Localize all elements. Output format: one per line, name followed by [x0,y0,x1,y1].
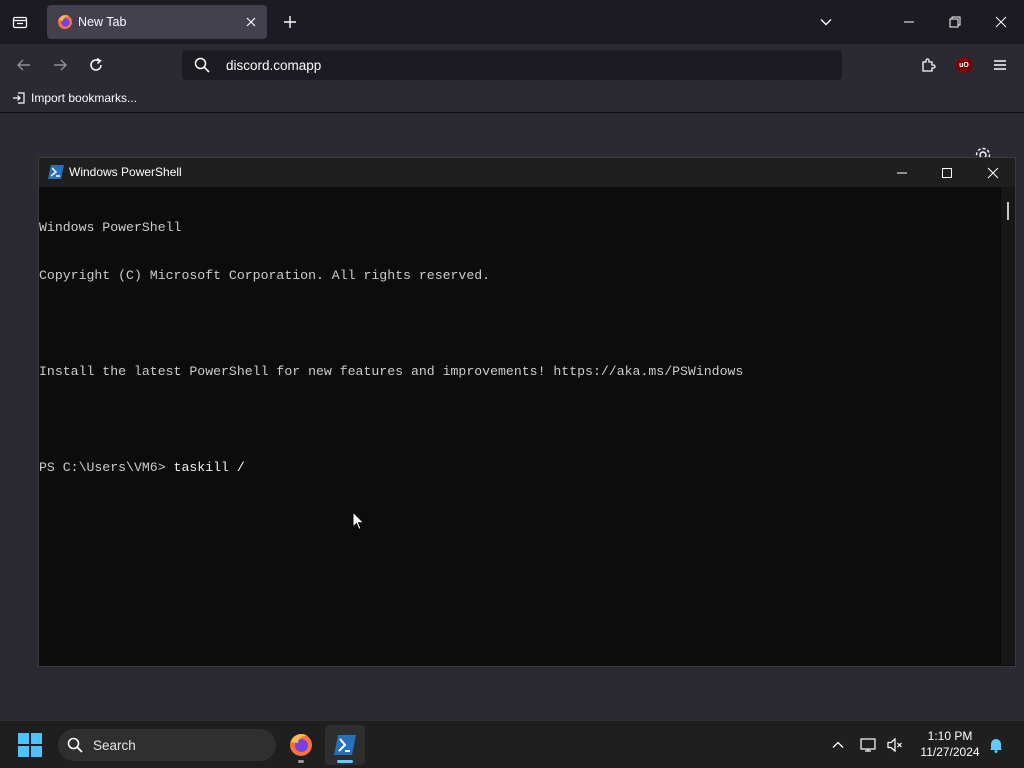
tab-close-icon[interactable] [243,14,259,30]
console-scroll-thumb[interactable] [1007,202,1009,220]
reload-icon[interactable] [86,55,106,75]
clock-time: 1:10 PM [927,729,973,743]
search-icon [67,737,83,753]
bookmarks-toolbar: Import bookmarks... [0,86,1024,113]
tab-list-icon[interactable] [8,10,32,34]
new-tab-plus-icon[interactable] [280,12,300,32]
firefox-icon [289,733,313,757]
powershell-window[interactable]: Windows PowerShell Windows PowerShell Co… [38,157,1016,667]
import-icon [12,91,26,105]
extensions-puzzle-icon[interactable] [918,55,938,75]
taskbar-search-box[interactable]: Search [58,729,276,761]
powershell-titlebar[interactable]: Windows PowerShell [39,158,1015,187]
browser-minimize-icon[interactable] [899,12,919,32]
notification-bell-icon[interactable] [986,735,1006,755]
clock-date: 11/27/2024 [920,745,980,759]
ublock-origin-icon[interactable]: uO [954,55,974,75]
import-bookmarks-button[interactable]: Import bookmarks... [12,91,137,105]
windows-start-icon[interactable] [18,733,42,757]
taskbar-powershell-button[interactable] [325,725,365,765]
browser-close-icon[interactable] [991,12,1011,32]
console-line: Windows PowerShell [39,220,182,235]
browser-restore-icon[interactable] [945,12,965,32]
powershell-console[interactable]: Windows PowerShell Copyright (C) Microso… [39,187,1001,666]
powershell-icon [48,165,64,179]
tab-title: New Tab [78,15,127,29]
taskbar-search-label: Search [93,737,136,753]
volume-muted-icon[interactable] [885,735,905,755]
search-icon [194,57,210,73]
firefox-running-indicator [298,760,304,763]
console-line: Copyright (C) Microsoft Corporation. All… [39,268,491,283]
url-input[interactable] [226,55,806,75]
powershell-active-indicator [337,760,353,763]
network-icon[interactable] [859,735,879,755]
forward-arrow-icon[interactable] [50,55,70,75]
firefox-favicon-icon [57,14,73,30]
show-hidden-icons-chevron-icon[interactable] [828,735,848,755]
list-all-tabs-chevron-icon[interactable] [816,12,836,32]
browser-tab[interactable]: New Tab [47,5,267,39]
taskbar-clock[interactable]: 1:10 PM 11/27/2024 [912,728,988,760]
ps-close-icon[interactable] [983,163,1003,183]
console-scrollbar[interactable] [1001,187,1015,665]
hamburger-menu-icon[interactable] [990,55,1010,75]
import-bookmarks-label: Import bookmarks... [31,91,138,105]
taskbar-firefox-button[interactable] [281,725,321,765]
console-prompt-line[interactable]: PS C:\Users\VM6> taskill / [39,460,1001,476]
browser-tab-bar: New Tab [0,0,1024,44]
powershell-icon [334,735,356,755]
console-command-input[interactable]: taskill / [174,460,245,475]
console-prompt: PS C:\Users\VM6> [39,460,174,475]
mouse-cursor-icon [352,511,366,531]
windows-taskbar: Search 1:10 PM 11/27/2024 [0,720,1024,768]
powershell-window-title: Windows PowerShell [69,165,182,179]
address-bar[interactable] [182,50,842,80]
ps-maximize-icon[interactable] [937,163,957,183]
browser-nav-bar: uO [0,44,1024,86]
back-arrow-icon[interactable] [14,55,34,75]
ps-minimize-icon[interactable] [892,163,912,183]
console-line: Install the latest PowerShell for new fe… [39,364,744,379]
